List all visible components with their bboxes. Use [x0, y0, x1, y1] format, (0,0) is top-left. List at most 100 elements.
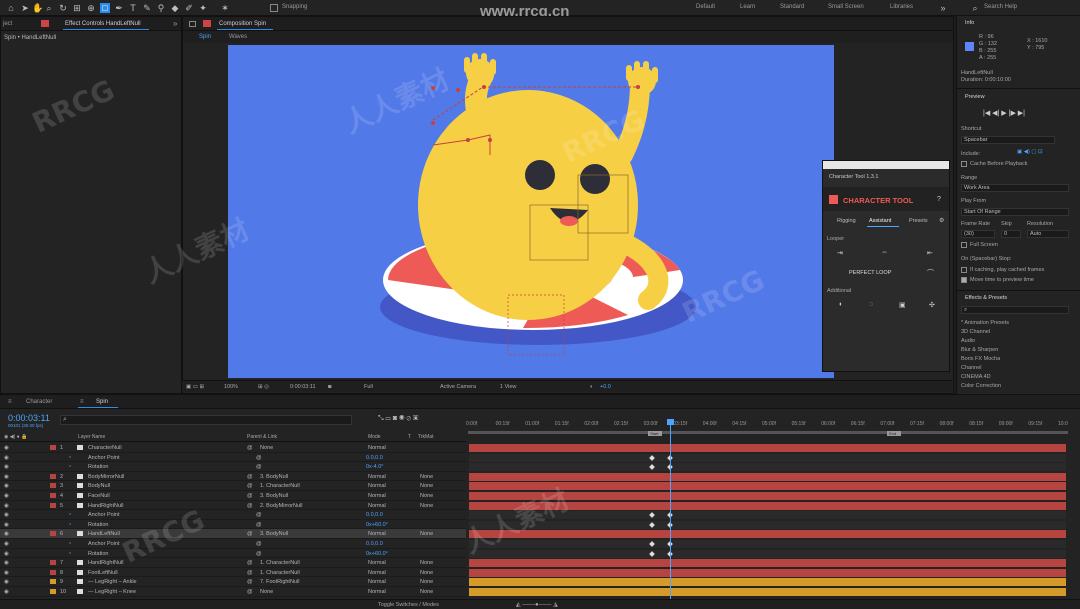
snapping-checkbox[interactable]	[270, 4, 278, 12]
zoom-tool-icon[interactable]: ⌕	[44, 3, 54, 13]
property-pickwhip-icon[interactable]: @	[256, 551, 262, 557]
layer-row[interactable]: ◉ 3 BodyNull @1. CharacterNull Normal None	[0, 481, 466, 491]
subtab-spin[interactable]: Spin	[199, 34, 211, 40]
visibility-icon[interactable]: ◉	[4, 483, 9, 489]
mode-select[interactable]: Normal	[368, 483, 386, 489]
marker-start[interactable]: Start	[648, 431, 662, 436]
layer-row[interactable]: ◉ 1 CharacterNull @ None Normal	[0, 443, 466, 453]
parent-select[interactable]: 3. BodyNull	[260, 493, 288, 499]
parent-pickwhip-icon[interactable]: @	[247, 531, 253, 537]
col-t[interactable]: T	[408, 434, 411, 440]
layer-row[interactable]: ◉ 10 — LegRight – Knee @ None Normal None	[0, 587, 466, 597]
tab-character-comp[interactable]: ≡	[8, 399, 12, 405]
character-tool-titlebar[interactable]	[823, 161, 949, 169]
visibility-icon[interactable]: ◉	[4, 512, 9, 518]
puppet-tool-icon[interactable]: ✦	[198, 3, 208, 13]
frame-rate-select[interactable]: (30)	[961, 230, 995, 238]
lock-icon[interactable]	[189, 21, 196, 27]
trkmat-select[interactable]: None	[420, 560, 433, 566]
layer-row[interactable]: ◉ 8 FootLeftNull @1. CharacterNull Normal Non…	[0, 568, 466, 578]
search-help-input[interactable]: Search Help	[984, 4, 1017, 10]
tab-close-icon[interactable]: ≡	[80, 399, 84, 405]
mode-select[interactable]: Normal	[368, 579, 386, 585]
trkmat-select[interactable]: None	[420, 474, 433, 480]
skip-select[interactable]: 0	[1001, 230, 1021, 238]
layer-row[interactable]: ◉ 4 FaceNull @3. BodyNull Normal None	[0, 491, 466, 501]
roto-brush-tool-icon[interactable]: ✐	[184, 3, 194, 13]
parent-select[interactable]: 1. CharacterNull	[260, 483, 300, 489]
playhead-handle[interactable]	[667, 419, 674, 425]
hand-tool-icon[interactable]: ✋	[32, 3, 43, 13]
tab-rigging[interactable]: Rigging	[837, 218, 856, 224]
layer-row[interactable]: ◉ 5 HandRightNull @2. BodyMirrorNull Normal N…	[0, 501, 466, 511]
stopwatch-icon[interactable]: ◔	[68, 455, 71, 461]
full-screen-checkbox[interactable]	[961, 242, 967, 248]
label-color-swatch[interactable]	[50, 531, 56, 537]
keyframe[interactable]	[649, 550, 655, 557]
layer-name[interactable]: HandRightNull	[88, 503, 123, 509]
keyframe[interactable]	[649, 541, 655, 547]
shortcut-select[interactable]: Spacebar	[961, 136, 1055, 144]
layer-row[interactable]: ◉ 6 HandLeftNull @3. BodyNull Normal None	[0, 529, 466, 539]
layer-name[interactable]: CharacterNull	[88, 445, 122, 451]
home-icon[interactable]: ⌂	[6, 3, 16, 13]
zoom-select[interactable]: 100%	[224, 384, 238, 390]
layer-duration-bar[interactable]	[469, 578, 1066, 587]
resolution-select[interactable]: Full	[364, 384, 373, 390]
mode-select[interactable]: Normal	[368, 589, 386, 595]
current-time-display[interactable]: 0:00:03:11	[290, 384, 316, 390]
label-color-swatch[interactable]	[50, 569, 56, 575]
snapshot-icon[interactable]: ◙	[328, 384, 331, 390]
property-row[interactable]: ◉ ◔ Anchor Point @0.0,0.0	[0, 539, 466, 549]
trkmat-select[interactable]: None	[420, 579, 433, 585]
view-select[interactable]: 1 View	[500, 384, 516, 390]
perfect-loop-button[interactable]: PERFECT LOOP	[849, 270, 891, 276]
camera-select[interactable]: Active Camera	[440, 384, 476, 390]
layer-row[interactable]: ◉ 2 BodyMirrorNull @3. BodyNull Normal None	[0, 472, 466, 482]
time-ruler[interactable]: 0:00f 00:15f 01:00f 01:15f 02:00f 02:15f 03:00…	[466, 421, 1068, 431]
label-color-swatch[interactable]	[50, 493, 56, 498]
label-color-swatch[interactable]	[50, 473, 56, 479]
playhead[interactable]	[670, 421, 671, 609]
search-icon[interactable]: ⌕	[970, 3, 980, 13]
shape-tool-icon[interactable]: □	[100, 3, 110, 13]
property-pickwhip-icon[interactable]: @	[256, 464, 262, 470]
loop-out-icon[interactable]: ⇤	[927, 249, 933, 257]
property-value[interactable]: 0.0,0.0	[366, 455, 383, 461]
camera-tool-icon[interactable]: ⊞	[72, 3, 82, 13]
layer-name[interactable]: — LegRight – Knee	[88, 589, 136, 595]
layer-name[interactable]: FootLeftNull	[88, 570, 118, 576]
trkmat-select[interactable]: None	[420, 570, 433, 576]
stopwatch-icon[interactable]: ◔	[68, 464, 71, 470]
parent-pickwhip-icon[interactable]: @	[247, 445, 253, 451]
parent-pickwhip-icon[interactable]: @	[247, 474, 253, 480]
tab-composition-spin[interactable]: Composition Spin	[219, 21, 266, 27]
parent-select[interactable]: None	[260, 589, 273, 595]
trkmat-select[interactable]: None	[420, 483, 433, 489]
effects-item[interactable]: Audio	[961, 338, 975, 344]
label-color-swatch[interactable]	[50, 579, 56, 585]
pan-behind-tool-icon[interactable]: ⊕	[86, 3, 96, 13]
selection-tool-icon[interactable]: ➤	[20, 3, 30, 13]
exposure-icon[interactable]: ◐	[590, 384, 593, 390]
workspace-default[interactable]: Default	[696, 4, 715, 10]
keyframe[interactable]	[649, 454, 655, 461]
panel-more-icon[interactable]: »	[173, 19, 177, 28]
workspace-standard[interactable]: Standard	[780, 4, 804, 10]
property-value[interactable]: 0.0,0.0	[366, 541, 383, 547]
zoom-slider[interactable]: ◭ ───●─── ◮	[516, 601, 558, 608]
layer-duration-bar[interactable]	[469, 559, 1066, 568]
additional-tool-2-icon[interactable]: ◌	[869, 301, 873, 308]
comp-footer-icons[interactable]: ▣ ▭ ⊞	[186, 384, 204, 390]
visibility-icon[interactable]: ◉	[4, 522, 9, 528]
additional-tool-1-icon[interactable]: ◐	[839, 301, 843, 308]
property-pickwhip-icon[interactable]: @	[256, 455, 262, 461]
tab-project[interactable]: ject	[3, 21, 12, 27]
effects-item[interactable]: CINEMA 4D	[961, 374, 991, 380]
settings-gear-icon[interactable]: ⚙	[939, 217, 944, 224]
clone-stamp-tool-icon[interactable]: ⚲	[156, 3, 166, 13]
keyframe[interactable]	[649, 464, 655, 471]
layer-name[interactable]: BodyMirrorNull	[88, 474, 124, 480]
visibility-icon[interactable]: ◉	[4, 493, 9, 499]
visibility-icon[interactable]: ◉	[4, 579, 9, 585]
